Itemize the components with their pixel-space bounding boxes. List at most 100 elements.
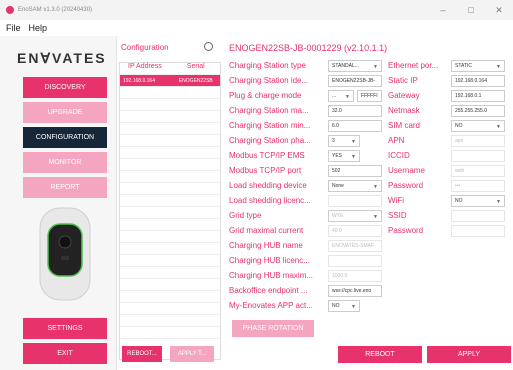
column-ip[interactable]: IP Address — [120, 63, 179, 74]
gear-icon[interactable] — [204, 42, 213, 51]
sidebar: ENⱯVATES DISCOVERY UPGRADE CONFIGURATION… — [0, 36, 117, 370]
table-row — [120, 326, 220, 338]
table-row — [120, 266, 220, 278]
wifi-password-field[interactable] — [451, 225, 505, 237]
table-row — [120, 242, 220, 254]
table-row — [120, 314, 220, 326]
nav-upgrade-button[interactable]: UPGRADE — [23, 102, 107, 123]
station-max-field[interactable]: 32.0 — [328, 105, 382, 117]
table-row — [120, 98, 220, 110]
station-phase-select[interactable]: 3 ▼ — [328, 135, 360, 147]
station-type-value: STANDAL... — [332, 63, 359, 69]
nav-discovery-button[interactable]: DISCOVERY — [23, 77, 107, 98]
label-apn: APN — [388, 136, 405, 145]
ssid-field[interactable] — [451, 210, 505, 222]
chevron-down-icon: ▼ — [345, 94, 350, 100]
station-min-field[interactable]: 6.0 — [328, 120, 382, 132]
table-row — [120, 254, 220, 266]
ethernet-value: STATIC — [455, 63, 473, 69]
hub-name-field[interactable]: ENOVATES-SMAF — [328, 240, 382, 252]
table-row — [120, 290, 220, 302]
static-ip-field[interactable]: 192.168.0.164 — [451, 75, 505, 87]
menu-file[interactable]: File — [6, 23, 21, 33]
backoffice-field[interactable]: wss://cpc.live.eno — [328, 285, 382, 297]
label-password: Password — [388, 181, 424, 190]
label-grid-type: Grid type — [229, 211, 262, 220]
label-station-phase: Charging Station pha... — [229, 136, 311, 145]
label-station-id: Charging Station ide... — [229, 76, 309, 85]
username-field[interactable]: web — [451, 165, 505, 177]
app-active-value: NO — [332, 303, 340, 309]
plug-extra-field[interactable]: FFFFFI — [357, 90, 382, 102]
phase-rotation-button[interactable]: PHASE ROTATION — [232, 320, 314, 337]
plug-mode-value: ... — [332, 93, 337, 99]
app-icon — [6, 6, 14, 14]
load-shedding-device-select[interactable]: None ▼ — [328, 180, 382, 192]
modbus-ems-value: YES — [332, 153, 343, 159]
label-grid-max: Grid maximal current — [229, 226, 304, 235]
station-type-select[interactable]: STANDAL... ▼ — [328, 60, 382, 72]
label-plug-mode: Plug & charge mode — [229, 91, 302, 100]
exit-button[interactable]: EXIT — [23, 343, 107, 364]
chevron-down-icon: ▼ — [496, 124, 501, 130]
password-field[interactable]: ••• — [451, 180, 505, 192]
window-controls: – □ ✕ — [429, 0, 513, 20]
wifi-select[interactable]: NO ▼ — [451, 195, 505, 207]
table-row — [120, 122, 220, 134]
table-row — [120, 302, 220, 314]
settings-button[interactable]: SETTINGS — [23, 318, 107, 339]
hub-max-field[interactable]: 1000.0 — [328, 270, 382, 282]
chevron-down-icon: ▼ — [351, 304, 356, 310]
plug-mode-select[interactable]: ... ▼ — [328, 90, 354, 102]
label-load-shedding-device: Load shedding device — [229, 181, 307, 190]
nav-report-button[interactable]: REPORT — [23, 177, 107, 198]
label-static-ip: Static IP — [388, 76, 418, 85]
netmask-field[interactable]: 255.255.255.0 — [451, 105, 505, 117]
sim-card-value: NO — [455, 123, 463, 129]
label-hub-max: Charging HUB maxim... — [229, 271, 314, 280]
ethernet-select[interactable]: STATIC ▼ — [451, 60, 505, 72]
apn-field[interactable]: apn — [451, 135, 505, 147]
column-serial[interactable]: Serial — [179, 63, 220, 74]
apply-to-all-button[interactable]: APPLY T... — [170, 346, 214, 362]
grid-type-value: WYE — [332, 213, 344, 219]
chevron-down-icon: ▼ — [496, 199, 501, 205]
label-ssid: SSID — [388, 211, 407, 220]
app-active-select[interactable]: NO ▼ — [328, 300, 360, 312]
close-button[interactable]: ✕ — [485, 0, 513, 20]
chevron-down-icon: ▼ — [373, 64, 378, 70]
table-row — [120, 134, 220, 146]
table-row — [120, 194, 220, 206]
table-row[interactable]: 192.168.0.164 ENOGEN22SB — [120, 74, 220, 86]
label-station-type: Charging Station type — [229, 61, 306, 70]
nav-configuration-button[interactable]: CONFIGURATION — [23, 127, 107, 148]
maximize-button[interactable]: □ — [457, 0, 485, 20]
modbus-ems-select[interactable]: YES ▼ — [328, 150, 360, 162]
table-row — [120, 110, 220, 122]
label-hub-licence: Charging HUB licenc... — [229, 256, 310, 265]
apply-button[interactable]: APPLY — [427, 346, 511, 363]
reboot-button[interactable]: REBOOT — [338, 346, 422, 363]
detail-panel: ENOGEN22SB-JB-0001229 (v2.10.1.1) Chargi… — [222, 36, 513, 370]
label-load-shedding-licence: Load shedding licenc... — [229, 196, 311, 205]
device-title: ENOGEN22SB-JB-0001229 (v2.10.1.1) — [229, 43, 388, 53]
charger-illustration — [39, 207, 91, 301]
chevron-down-icon: ▼ — [373, 184, 378, 190]
nav-monitor-button[interactable]: MONITOR — [23, 152, 107, 173]
modbus-port-field[interactable]: 502 — [328, 165, 382, 177]
station-id-field[interactable]: ENOGEN22SB-JB- — [328, 75, 382, 87]
grid-max-field[interactable]: 40.0 — [328, 225, 382, 237]
hub-licence-field[interactable] — [328, 255, 382, 267]
table-header: IP Address Serial — [120, 63, 220, 74]
menu-help[interactable]: Help — [29, 23, 48, 33]
minimize-button[interactable]: – — [429, 0, 457, 20]
gateway-field[interactable]: 192.168.0.1 — [451, 90, 505, 102]
grid-type-select[interactable]: WYE ▼ — [328, 210, 382, 222]
iccid-field[interactable] — [451, 150, 505, 162]
reboot-all-button[interactable]: REBOOT... — [122, 346, 162, 362]
label-station-max: Charging Station ma... — [229, 106, 309, 115]
menu-bar: File Help — [0, 20, 513, 36]
table-row — [120, 230, 220, 242]
sim-card-select[interactable]: NO ▼ — [451, 120, 505, 132]
load-shedding-licence-field[interactable] — [328, 195, 382, 207]
